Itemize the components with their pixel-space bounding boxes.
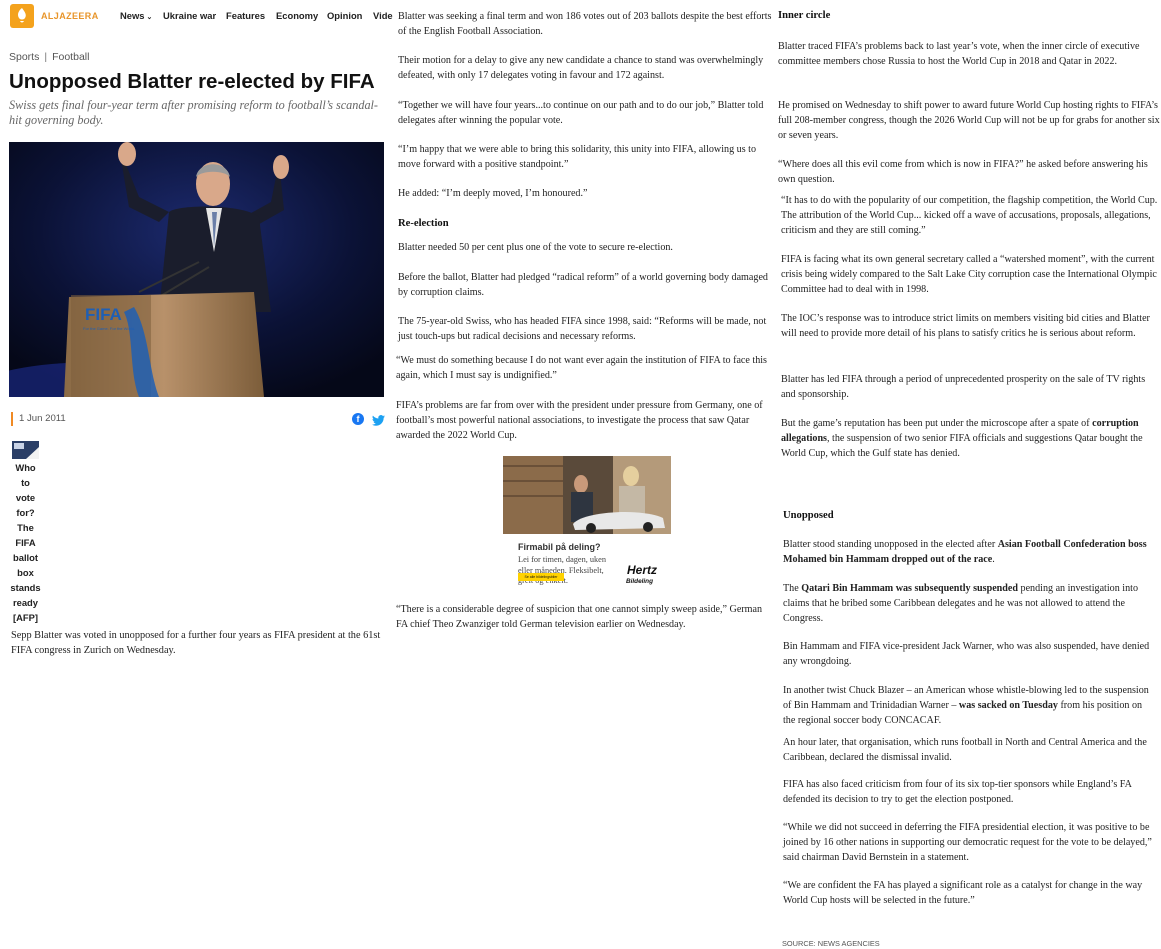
advertisement[interactable]: Firmabil på deling? Lei for timen, dagen… [503,456,671,589]
ad-body: Lei for timen, dagen, uken eller måneden… [518,555,607,585]
nav-item-economy[interactable]: Economy [276,10,318,21]
chevron-down-icon: ⌄ [146,14,153,21]
hero-sign: FIFA [85,305,122,324]
breadcrumb: Sports | Football [9,51,90,63]
breadcrumb-football[interactable]: Football [52,51,89,63]
paragraph: Blatter was seeking a final term and won… [398,11,772,37]
twitter-share-icon[interactable] [372,413,385,431]
paragraph: “We must do something because I do not w… [396,355,767,381]
nav-item-opinion[interactable]: Opinion [327,10,362,21]
ad-image [503,456,671,534]
link-bin-hammam-suspended[interactable]: Qatari Bin Hammam was subsequently suspe… [801,583,1018,594]
paragraph: Before the ballot, Blatter had pledged “… [398,272,768,298]
paragraph: Blatter needed 50 per cent plus one of t… [398,242,673,253]
paragraph: In another twist Chuck Blazer – an Ameri… [783,685,1149,726]
section-heading-unopposed: Unopposed [783,510,834,521]
paragraph: Bin Hammam and FIFA vice-president Jack … [783,641,1150,667]
nav-item-features[interactable]: Features [226,10,265,21]
paragraph: Blatter traced FIFA’s problems back to l… [778,41,1140,67]
article-lede: Sepp Blatter was voted in unopposed for … [11,630,381,656]
source-credit: SOURCE: NEWS AGENCIES [782,939,880,948]
article-subhead: Swiss gets final four-year term after pr… [9,98,378,127]
link-sacked-on-tuesday[interactable]: was sacked on Tuesday [959,700,1058,711]
paragraph: FIFA has also faced criticism from four … [783,779,1132,805]
paragraph: The IOC’s response was to introduce stri… [781,313,1150,339]
ad-brand-sub: Bildeling [626,578,653,585]
paragraph: Blatter stood standing unopposed in the … [783,539,1147,565]
nav-item-news[interactable]: News ⌄ [120,10,152,21]
logo-wordmark[interactable]: ALJAZEERA [41,11,99,21]
paragraph: “There is a considerable degree of suspi… [396,604,763,630]
page-title: Unopposed Blatter re-elected by FIFA [9,70,375,93]
paragraph: “Together we will have four years...to c… [398,100,764,126]
top-navbar: ALJAZEERA News ⌄ Ukraine war Features Eco… [0,0,393,34]
paragraph: FIFA’s problems are far from over with t… [396,400,763,441]
paragraph: Blatter has led FIFA through a period of… [781,374,1146,400]
article-header-column: ALJAZEERA News ⌄ Ukraine war Features Eco… [0,0,393,656]
paragraph: But the game’s reputation has been put u… [781,418,1143,459]
paragraph: “We are confident the FA has played a si… [783,880,1143,906]
paragraph: The 75-year-old Swiss, who has headed FI… [398,316,767,342]
caption-thumbnail[interactable] [12,441,39,459]
nav-item-ukraine-war[interactable]: Ukraine war [163,10,216,21]
paragraph: FIFA is facing what its own general secr… [781,254,1157,295]
ad-cta-button[interactable]: Se alle bildelingsbiler [518,573,564,581]
paragraph: “Where does all this evil come from whic… [778,159,1148,185]
paragraph: The Qatari Bin Hammam was subsequently s… [783,583,1138,624]
paragraph: He promised on Wednesday to shift power … [778,100,1160,141]
aljazeera-logo-icon[interactable] [10,4,34,28]
ad-title: Firmabil på deling? [518,542,601,552]
hero-photo: FIFA For the Game. For the World. [9,142,384,397]
publish-date: 1 Jun 2011 [11,412,66,426]
paragraph: Their motion for a delay to give any new… [398,55,764,81]
ad-brand-logo: Hertz [627,563,658,577]
paragraph: “It has to do with the popularity of our… [781,195,1158,236]
section-heading-re-election: Re-election [398,218,449,229]
breadcrumb-sports[interactable]: Sports [9,51,39,63]
facebook-share-icon[interactable]: f [352,413,364,425]
paragraph: An hour later, that organisation, which … [783,737,1147,763]
paragraph: “I’m happy that we were able to bring th… [398,144,756,170]
hero-slogan: For the Game. For the World. [83,326,135,331]
nav-item-video[interactable]: Vide [373,10,393,21]
paragraph: “While we did not succeed in deferring t… [783,822,1152,863]
image-caption: Who to vote for? The FIFA ballot box sta… [10,462,41,623]
section-heading-inner-circle: Inner circle [778,10,831,21]
paragraph: He added: “I’m deeply moved, I’m honoure… [398,188,588,199]
